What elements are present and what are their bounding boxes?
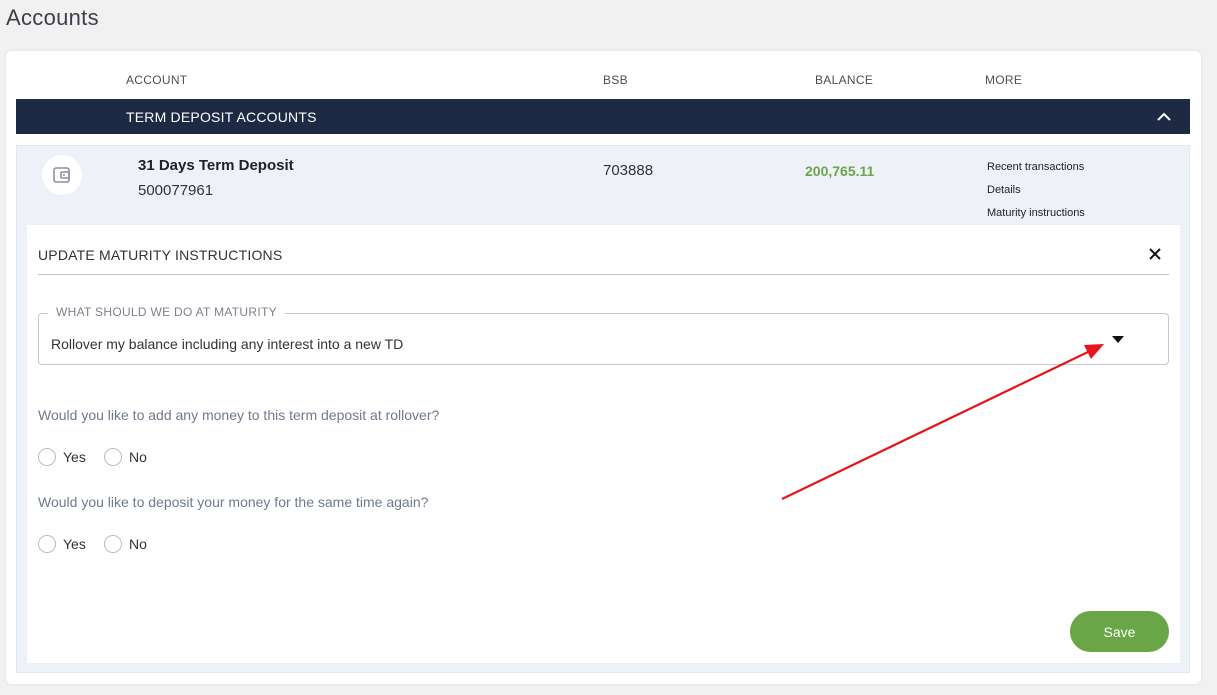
account-bsb: 703888	[603, 162, 654, 179]
group-label: TERM DEPOSIT ACCOUNTS	[126, 109, 317, 125]
add-money-yes-radio[interactable]: Yes	[38, 448, 86, 466]
column-header-more: MORE	[985, 73, 1023, 87]
close-icon[interactable]	[1146, 245, 1164, 263]
radio-label: Yes	[63, 449, 86, 465]
chevron-up-icon[interactable]	[1156, 109, 1172, 125]
same-term-yes-radio[interactable]: Yes	[38, 535, 86, 553]
account-name: 31 Days Term Deposit	[138, 157, 294, 174]
select-label: WHAT SHOULD WE DO AT MATURITY	[48, 305, 285, 319]
details-link[interactable]: Details	[987, 184, 1021, 196]
maturity-instructions-form: UPDATE MATURITY INSTRUCTIONS Rollover my…	[27, 225, 1180, 663]
add-money-no-radio[interactable]: No	[104, 448, 147, 466]
form-title: UPDATE MATURITY INSTRUCTIONS	[38, 247, 283, 263]
recent-transactions-link[interactable]: Recent transactions	[987, 161, 1084, 173]
caret-down-icon[interactable]	[1112, 336, 1124, 344]
radio-circle[interactable]	[38, 448, 56, 466]
column-header-account: ACCOUNT	[126, 73, 188, 87]
account-row: 31 Days Term Deposit 500077961 703888 20…	[16, 145, 1190, 673]
radio-label: No	[129, 449, 147, 465]
term-deposit-group-header[interactable]: TERM DEPOSIT ACCOUNTS	[16, 99, 1190, 134]
accounts-card: ACCOUNT BSB BALANCE MORE TERM DEPOSIT AC…	[6, 51, 1201, 684]
account-balance: 200,765.11	[805, 163, 875, 179]
radio-circle[interactable]	[104, 448, 122, 466]
page-title: Accounts	[6, 5, 99, 30]
maturity-instructions-link[interactable]: Maturity instructions	[987, 207, 1085, 219]
column-header-balance: BALANCE	[815, 73, 874, 87]
radio-label: No	[129, 536, 147, 552]
same-term-no-radio[interactable]: No	[104, 535, 147, 553]
wallet-icon	[42, 155, 82, 195]
question-add-money: Would you like to add any money to this …	[38, 407, 440, 423]
question-same-term: Would you like to deposit your money for…	[38, 494, 429, 510]
radio-label: Yes	[63, 536, 86, 552]
radio-circle[interactable]	[104, 535, 122, 553]
select-value: Rollover my balance including any intere…	[51, 336, 404, 352]
save-button[interactable]: Save	[1070, 611, 1169, 652]
account-number: 500077961	[138, 182, 214, 199]
divider	[38, 274, 1169, 275]
maturity-action-select[interactable]: Rollover my balance including any intere…	[38, 313, 1169, 365]
radio-circle[interactable]	[38, 535, 56, 553]
column-header-bsb: BSB	[603, 73, 628, 87]
